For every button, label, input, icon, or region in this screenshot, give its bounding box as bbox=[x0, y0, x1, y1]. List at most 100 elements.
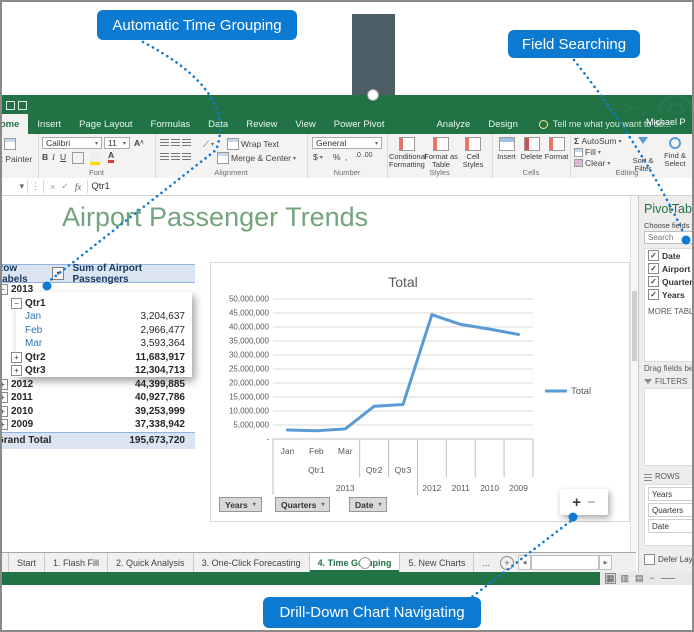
expand-icon[interactable]: + bbox=[0, 378, 8, 390]
page-break-view-icon[interactable]: ▤ bbox=[635, 574, 644, 583]
normal-view-icon[interactable]: ▦ bbox=[605, 573, 616, 584]
sheet-tab-overflow[interactable]: ... bbox=[474, 553, 498, 572]
field-checkbox[interactable]: ✓ bbox=[648, 289, 659, 300]
pivot-chart[interactable]: Total - 5,000,000 10,000,000 15,000,000 20,00… bbox=[210, 262, 630, 522]
scroll-right-icon[interactable]: ▶ bbox=[599, 555, 612, 570]
bold-button[interactable]: B bbox=[42, 152, 48, 162]
align-left-icon[interactable] bbox=[160, 153, 193, 161]
ribbon-tab-view[interactable]: View bbox=[286, 114, 324, 134]
expand-icon[interactable]: + bbox=[11, 365, 22, 377]
pivot-row-2013[interactable]: −2013 bbox=[0, 283, 195, 297]
number-format-select[interactable]: General ▾ bbox=[312, 137, 382, 149]
ribbon-tab-data[interactable]: Data bbox=[199, 114, 237, 134]
ribbon-tab-formulas[interactable]: Formulas bbox=[142, 114, 200, 134]
format-painter-button[interactable]: Format Painter bbox=[0, 154, 32, 164]
find-select-button[interactable]: Find & Select bbox=[660, 137, 690, 168]
pivot-row-mar[interactable]: Mar 3,593,364 bbox=[0, 337, 195, 351]
rows-area-item-date[interactable]: Date bbox=[648, 519, 694, 533]
ribbon-tab-home[interactable]: Home bbox=[0, 114, 29, 134]
expand-icon[interactable]: + bbox=[0, 419, 8, 431]
drill-down-button[interactable]: + bbox=[572, 494, 581, 511]
defer-layout[interactable]: Defer Layout Update bbox=[644, 554, 694, 565]
sheet-tab-4-time-grouping[interactable]: 4. Time Grouping bbox=[309, 553, 401, 572]
currency-button[interactable]: $ ▾ bbox=[313, 152, 323, 162]
sheet-tab-3-one-click-forecasting[interactable]: 3. One-Click Forecasting bbox=[194, 553, 310, 572]
fill-button[interactable]: Fill ▾ bbox=[574, 147, 601, 157]
ribbon-tab-power-pivot[interactable]: Power Pivot bbox=[325, 114, 394, 134]
scroll-left-icon[interactable]: ◀ bbox=[518, 555, 531, 570]
pivot-table[interactable]: Row Labels▾Sum of Airport Passengers−201… bbox=[0, 263, 195, 449]
ribbon-tab-insert[interactable]: Insert bbox=[28, 114, 70, 134]
horizontal-scrollbar[interactable]: ◀ ▶ bbox=[518, 553, 612, 572]
user-name[interactable]: Michael P bbox=[646, 117, 686, 127]
format-as-table-button[interactable]: Format as Table bbox=[424, 137, 458, 169]
fill-color-icon[interactable] bbox=[90, 152, 100, 165]
pivot-row-qtr3[interactable]: + Qtr3 12,304,713 bbox=[0, 364, 195, 378]
collapse-icon[interactable]: − bbox=[11, 297, 22, 309]
chart-field-button-date[interactable]: Date ▾ bbox=[349, 497, 388, 512]
decimal-buttons[interactable]: .0 .00 bbox=[355, 152, 373, 159]
zoom-out-icon[interactable]: − bbox=[650, 574, 655, 583]
cancel-icon[interactable]: × bbox=[47, 182, 58, 192]
conditional-formatting-button[interactable]: Conditional Formatting bbox=[389, 137, 427, 169]
orientation-icon[interactable]: ⟋ ▾ bbox=[203, 139, 214, 150]
delete-cells-button[interactable]: Delete bbox=[519, 137, 544, 161]
field-checkbox[interactable]: ✓ bbox=[648, 263, 659, 274]
rows-area-item-years[interactable]: Years bbox=[648, 487, 694, 501]
field-checkbox[interactable]: ✓ bbox=[648, 276, 659, 287]
percent-button[interactable]: % bbox=[333, 152, 341, 162]
insert-function-icon[interactable]: fx bbox=[72, 182, 85, 192]
field-item-airport-passengers[interactable]: ✓Airport Passengers bbox=[645, 262, 694, 275]
chart-field-button-years[interactable]: Years ▾ bbox=[219, 497, 262, 512]
sheet-tab-1-flash-fill[interactable]: 1. Flash Fill bbox=[45, 553, 109, 572]
more-tables-link[interactable]: MORE TABLES... bbox=[645, 301, 694, 316]
pivot-row-qtr2[interactable]: + Qtr2 11,683,917 bbox=[0, 351, 195, 365]
pivot-row-2012[interactable]: +2012 44,399,885 bbox=[0, 378, 195, 392]
pivot-row-2009[interactable]: +2009 37,338,942 bbox=[0, 418, 195, 432]
quick-access-undo-icon[interactable] bbox=[18, 101, 27, 110]
new-sheet-button[interactable]: + bbox=[500, 555, 514, 570]
merge-center-button[interactable]: Merge & Center ▾ bbox=[217, 152, 296, 164]
sheet-tab-start[interactable]: Start bbox=[9, 553, 46, 572]
field-checkbox[interactable]: ✓ bbox=[648, 250, 659, 261]
row-labels-filter-button[interactable]: ▾ bbox=[51, 267, 65, 280]
expand-icon[interactable]: + bbox=[0, 392, 8, 404]
defer-checkbox[interactable] bbox=[644, 554, 655, 565]
pivot-row-qtr1[interactable]: − Qtr1 bbox=[0, 297, 195, 311]
pivot-row-jan[interactable]: Jan 3,204,637 bbox=[0, 310, 195, 324]
pivot-row-feb[interactable]: Feb 2,966,477 bbox=[0, 324, 195, 338]
comma-button[interactable]: , bbox=[345, 152, 347, 162]
shape-handle-bottom[interactable] bbox=[359, 557, 371, 569]
page-layout-view-icon[interactable]: ▥ bbox=[621, 574, 630, 583]
ribbon-tab-analyze[interactable]: Analyze bbox=[427, 114, 479, 134]
field-search-input[interactable] bbox=[644, 231, 694, 244]
formula-bar-value[interactable]: Qtr1 bbox=[91, 181, 109, 192]
filters-area[interactable] bbox=[644, 388, 694, 466]
italic-button[interactable]: I bbox=[52, 152, 55, 162]
align-top-icon[interactable] bbox=[160, 139, 193, 147]
cell-styles-button[interactable]: Cell Styles bbox=[458, 137, 488, 169]
insert-cells-button[interactable]: Insert bbox=[494, 137, 519, 161]
wrap-text-button[interactable]: Wrap Text bbox=[227, 138, 279, 150]
borders-icon[interactable] bbox=[72, 152, 84, 164]
paste-icon[interactable] bbox=[4, 138, 16, 150]
collapse-icon[interactable]: − bbox=[0, 284, 8, 296]
pivot-row-2011[interactable]: +2011 40,927,786 bbox=[0, 391, 195, 405]
font-size-select[interactable]: 11 ▾ bbox=[104, 137, 130, 149]
shape-handle[interactable] bbox=[367, 89, 379, 101]
autosum-button[interactable]: Σ AutoSum ▾ bbox=[574, 136, 621, 146]
font-color-icon[interactable]: A bbox=[108, 150, 115, 163]
ribbon-tab-review[interactable]: Review bbox=[237, 114, 286, 134]
quick-access-save-icon[interactable] bbox=[6, 101, 15, 110]
pivot-row-2010[interactable]: +2010 39,253,999 bbox=[0, 405, 195, 419]
field-item-quarters[interactable]: ✓ Quarters bbox=[645, 275, 694, 288]
sheet-tab-5-new-charts[interactable]: 5. New Charts bbox=[400, 553, 475, 572]
underline-button[interactable]: U bbox=[60, 152, 66, 162]
font-name-select[interactable]: Calibri ▾ bbox=[42, 137, 102, 149]
enter-icon[interactable]: ✓ bbox=[58, 181, 72, 192]
zoom-slider[interactable] bbox=[660, 578, 675, 579]
format-cells-button[interactable]: Format bbox=[544, 137, 569, 161]
name-box[interactable]: ▾ bbox=[0, 181, 24, 192]
sheet-tab-2-quick-analysis[interactable]: 2. Quick Analysis bbox=[108, 553, 194, 572]
clear-button[interactable]: Clear ▾ bbox=[574, 158, 610, 168]
